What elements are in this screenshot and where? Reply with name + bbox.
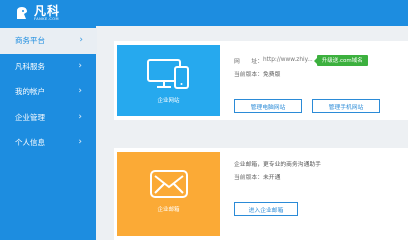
sidebar-item-label: 个人信息 xyxy=(15,138,45,148)
website-card: 企业网站 网 址： http://www.zhiy... 升级送.com域名 当… xyxy=(114,41,408,120)
sidebar: 凡科 FANKE.COM 商务平台 › 凡科服务 › 我的帐户 › 企业管理 ›… xyxy=(0,0,97,240)
top-bar xyxy=(96,0,408,26)
chevron-right-icon: › xyxy=(79,35,83,46)
sidebar-item-business-platform[interactable]: 商务平台 › xyxy=(0,28,97,54)
sidebar-item-label: 我的帐户 xyxy=(15,87,45,97)
sidebar-item-my-account[interactable]: 我的帐户 › xyxy=(0,79,96,105)
sidebar-item-label: 凡科服务 xyxy=(15,61,45,71)
logo-icon xyxy=(17,7,27,19)
mail-tile[interactable]: 企业邮箱 xyxy=(117,152,220,236)
sidebar-item-label: 商务平台 xyxy=(15,36,45,46)
logo-name: 凡科 xyxy=(34,3,61,18)
envelope-icon xyxy=(149,170,188,198)
version-value: 免费版 xyxy=(263,71,281,78)
mail-version-value: 未开通 xyxy=(263,174,281,181)
devices-icon xyxy=(146,59,189,89)
enter-mailbox-button[interactable]: 进入企业邮箱 xyxy=(234,202,298,216)
sidebar-item-fanke-service[interactable]: 凡科服务 › xyxy=(0,54,96,80)
mail-info: 企业邮箱，更专业的商务沟通助手 当前版本： 未开通 xyxy=(234,158,321,181)
manage-pc-site-button[interactable]: 管理电脑网站 xyxy=(234,99,302,113)
chevron-right-icon: › xyxy=(78,137,82,148)
chevron-right-icon: › xyxy=(78,111,82,122)
mail-card: 企业邮箱 企业邮箱，更专业的商务沟通助手 当前版本： 未开通 进入企业邮箱 xyxy=(114,148,408,240)
upgrade-domain-badge[interactable]: 升级送.com域名 xyxy=(313,54,368,66)
domain-label: 网 址： xyxy=(234,58,263,65)
sidebar-item-personal-info[interactable]: 个人信息 › xyxy=(0,130,96,156)
sidebar-nav: 商务平台 › 凡科服务 › 我的帐户 › 企业管理 › 个人信息 › xyxy=(0,28,97,156)
website-tile[interactable]: 企业网站 xyxy=(117,45,220,116)
chevron-right-icon: › xyxy=(78,60,82,71)
logo[interactable]: 凡科 FANKE.COM xyxy=(0,0,96,26)
mail-tile-label: 企业邮箱 xyxy=(157,207,180,213)
manage-mobile-site-button[interactable]: 管理手机网站 xyxy=(312,99,380,113)
sidebar-item-enterprise-management[interactable]: 企业管理 › xyxy=(0,105,96,131)
sidebar-item-label: 企业管理 xyxy=(15,112,45,122)
website-tile-label: 企业网站 xyxy=(157,98,180,104)
main-content: 企业网站 网 址： http://www.zhiy... 升级送.com域名 当… xyxy=(96,26,408,240)
domain-value[interactable]: http://www.zhiy... xyxy=(263,57,313,63)
version-label: 当前版本： xyxy=(234,71,263,78)
mail-description: 企业邮箱，更专业的商务沟通助手 xyxy=(234,161,321,168)
mail-version-label: 当前版本： xyxy=(234,174,263,181)
chevron-right-icon: › xyxy=(78,86,82,97)
logo-subtitle: FANKE.COM xyxy=(34,16,60,21)
website-info: 网 址： http://www.zhiy... 升级送.com域名 当前版本： … xyxy=(234,54,368,78)
